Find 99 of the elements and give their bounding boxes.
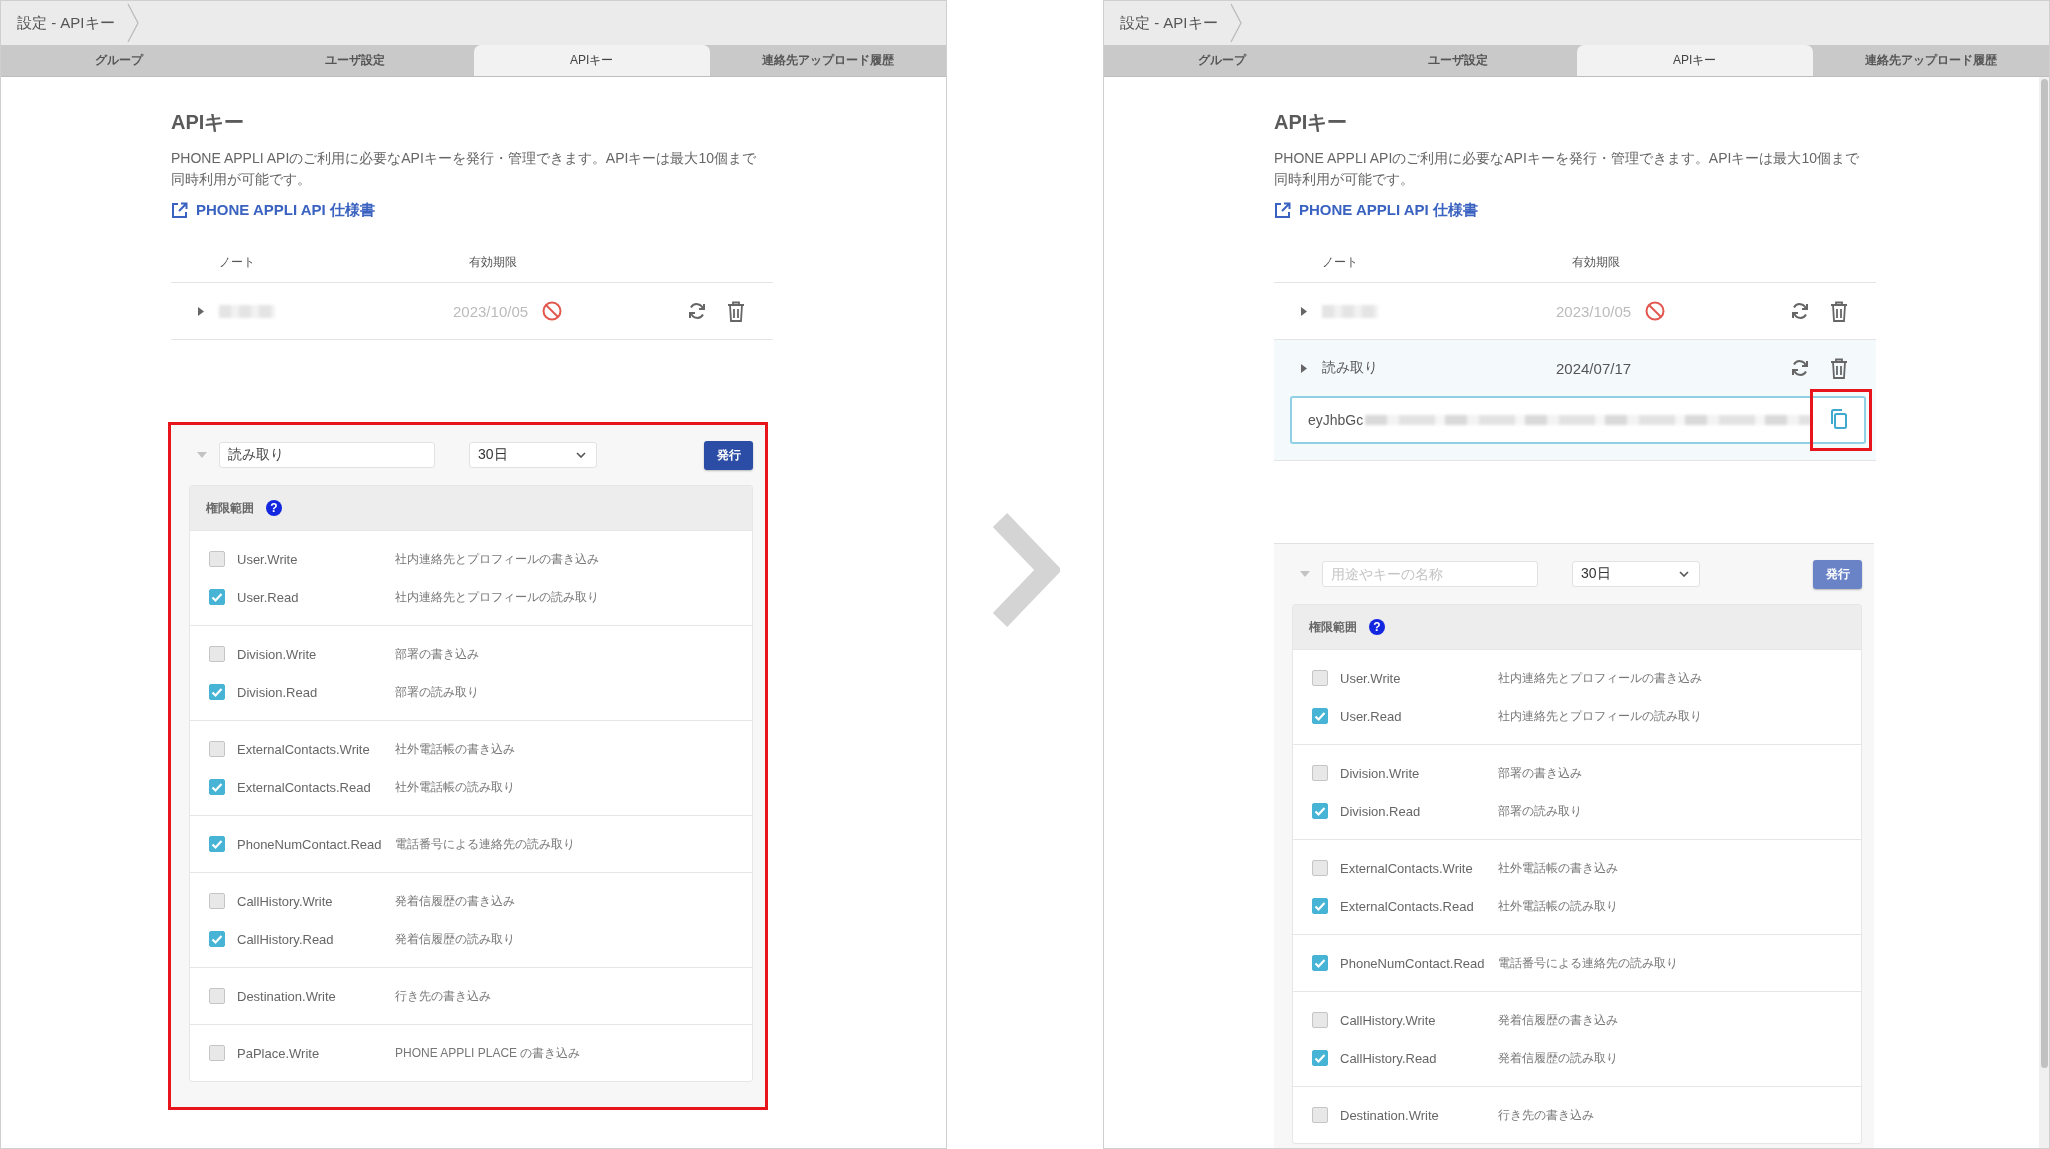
api-key-field[interactable]: eyJhbGc — [1290, 396, 1866, 444]
permission-description: 社内連絡先とプロフィールの読み取り — [1498, 707, 1702, 725]
permission-description: 社外電話帳の書き込み — [395, 740, 515, 758]
trash-icon[interactable] — [1830, 357, 1848, 379]
permission-description: 社内連絡先とプロフィールの書き込み — [1498, 669, 1702, 687]
permission-description: 部署の書き込み — [395, 645, 479, 663]
permission-name: CallHistory.Write — [1340, 1012, 1437, 1028]
expiry-date: 2024/07/17 — [1556, 359, 1632, 377]
name-field[interactable]: 読み取り — [219, 442, 435, 468]
permission-description: 部署の書き込み — [1498, 764, 1582, 782]
permission-description: 社内連絡先とプロフィールの読み取り — [395, 588, 599, 606]
caret-icon[interactable] — [1301, 363, 1307, 373]
permission-name: Destination.Write — [1340, 1107, 1440, 1123]
key-note: 読み取り — [1322, 359, 1379, 377]
permission-description: 電話番号による連絡先の読み取り — [395, 835, 575, 853]
permission-description: PHONE APPLI PLACE の書き込み — [395, 1044, 581, 1062]
permission-name: ExternalContacts.Read — [237, 779, 372, 795]
permission-description: 発着信履歴の読み取り — [395, 930, 515, 948]
permission-description: 部署の読み取り — [395, 683, 479, 701]
api-key-text: eyJhbGc — [1308, 412, 1364, 428]
checkbox[interactable] — [209, 893, 225, 909]
expiry-date: 2023/10/05 — [453, 302, 529, 320]
permission-name: Division.Write — [1340, 765, 1421, 781]
trash-icon[interactable] — [727, 300, 745, 322]
prohibited-icon — [542, 301, 563, 321]
permission-description: 発着信履歴の書き込み — [395, 892, 515, 910]
breadcrumb-separator-icon — [1229, 3, 1242, 43]
refresh-icon[interactable] — [1790, 358, 1810, 378]
refresh-icon[interactable] — [687, 301, 707, 321]
scope-title: 権限範囲 — [206, 499, 254, 517]
column-header: ノート — [1322, 254, 1359, 271]
checkbox[interactable] — [209, 646, 225, 662]
dropdown-caret-icon — [576, 452, 586, 458]
checkbox[interactable] — [209, 931, 225, 947]
help-button[interactable]: ? — [266, 500, 282, 516]
refresh-icon[interactable] — [1790, 301, 1810, 321]
issue-button[interactable]: 発行 — [704, 440, 753, 470]
column-header: 有効期限 — [1572, 254, 1620, 271]
permission-name: Division.Write — [237, 646, 318, 662]
checkbox[interactable] — [209, 836, 225, 852]
permission-description: 部署の読み取り — [1498, 802, 1582, 820]
scrollbar[interactable] — [2039, 77, 2049, 1148]
description: PHONE APPLI APIのご利用に必要なAPIキーを発行・管理できます。APIキーは最大10個まで同時利用が可能です。 — [171, 149, 757, 189]
permission-name: Division.Read — [237, 684, 319, 700]
permission-name: PhoneNumContact.Read — [1340, 955, 1486, 971]
permission-name: User.Read — [1340, 708, 1403, 724]
permission-description: 行き先の書き込み — [395, 987, 491, 1005]
checkbox[interactable] — [209, 589, 225, 605]
permission-name: User.Write — [1340, 670, 1402, 686]
scope-title: 権限範囲 — [1309, 618, 1357, 636]
external-link-icon — [1274, 202, 1291, 219]
permission-description: 社外電話帳の書き込み — [1498, 859, 1618, 877]
permission-name: Division.Read — [1340, 803, 1422, 819]
breadcrumb-separator-icon — [126, 3, 139, 43]
permission-description: 発着信履歴の書き込み — [1498, 1011, 1618, 1029]
permission-name: ExternalContacts.Write — [1340, 860, 1474, 876]
breadcrumb: 設定 - APIキー — [17, 13, 115, 33]
permission-name: CallHistory.Write — [237, 893, 334, 909]
permission-description: 社外電話帳の読み取り — [395, 778, 515, 796]
permission-description: 電話番号による連絡先の読み取り — [1498, 954, 1678, 972]
permission-description: 発着信履歴の読み取り — [1498, 1049, 1618, 1067]
page-heading: APIキー — [171, 110, 246, 135]
column-header: 有効期限 — [469, 254, 517, 271]
doc-link[interactable]: PHONE APPLI API 仕様書 — [1274, 201, 1478, 220]
external-link-icon — [171, 202, 188, 219]
permission-name: User.Read — [237, 589, 300, 605]
chevron-icon — [990, 511, 1060, 628]
permission-name: User.Write — [237, 551, 299, 567]
tab[interactable]: APIキー — [1576, 45, 1813, 76]
permission-name: PhoneNumContact.Read — [237, 836, 383, 852]
permission-name: CallHistory.Read — [1340, 1050, 1438, 1066]
period-select[interactable]: 30日 — [469, 442, 597, 468]
checkbox[interactable] — [209, 1045, 225, 1061]
permission-name: Destination.Write — [237, 988, 337, 1004]
permission-name: CallHistory.Read — [237, 931, 335, 947]
caret-icon[interactable] — [198, 306, 204, 316]
checkbox[interactable] — [209, 779, 225, 795]
description: PHONE APPLI APIのご利用に必要なAPIキーを発行・管理できます。APIキーは最大10個まで同時利用が可能です。 — [1274, 149, 1860, 189]
checkbox[interactable] — [209, 988, 225, 1004]
permission-name: ExternalContacts.Read — [1340, 898, 1475, 914]
prohibited-icon — [1645, 301, 1666, 321]
permission-name: PaPlace.Write — [237, 1045, 321, 1061]
checkbox[interactable] — [209, 551, 225, 567]
expiry-date: 2023/10/05 — [1556, 302, 1632, 320]
permission-name: ExternalContacts.Write — [237, 741, 371, 757]
tab[interactable]: APIキー — [473, 45, 710, 76]
checkbox[interactable] — [209, 684, 225, 700]
doc-link[interactable]: PHONE APPLI API 仕様書 — [171, 201, 375, 220]
breadcrumb: 設定 - APIキー — [1120, 13, 1218, 33]
column-header: ノート — [219, 254, 256, 271]
checkbox[interactable] — [209, 741, 225, 757]
permission-description: 社外電話帳の読み取り — [1498, 897, 1618, 915]
permission-description: 行き先の書き込み — [1498, 1106, 1594, 1124]
caret-icon[interactable] — [1301, 306, 1307, 316]
page-heading: APIキー — [1274, 110, 1349, 135]
trash-icon[interactable] — [1830, 300, 1848, 322]
copy-icon[interactable] — [1830, 408, 1848, 430]
dropdown-caret-icon — [1679, 571, 1689, 577]
permission-description: 社内連絡先とプロフィールの書き込み — [395, 550, 599, 568]
